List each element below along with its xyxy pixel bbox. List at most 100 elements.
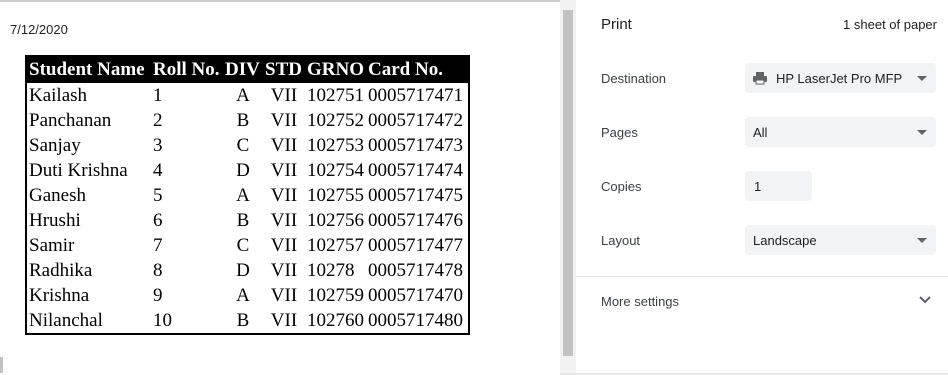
table-cell: 0005717475 xyxy=(368,184,463,206)
table-cell: 1 xyxy=(153,84,163,106)
table-cell: 102751 xyxy=(307,84,364,106)
column-header: Card No. xyxy=(366,56,469,83)
print-preview-area: 7/12/2020 Student Name Roll No. DIV STD … xyxy=(0,0,576,375)
panel-title: Print xyxy=(601,16,632,33)
table-cell: 0005717473 xyxy=(368,134,463,156)
table-cell: 0005717471 xyxy=(368,84,463,106)
chevron-down-icon xyxy=(917,130,927,135)
column-header: GRNO xyxy=(305,56,366,83)
table-cell: D xyxy=(236,159,250,181)
table-cell: 102755 xyxy=(307,184,364,206)
scroll-indicator xyxy=(0,357,3,373)
table-cell: B xyxy=(236,109,250,131)
table-cell: 0005717478 xyxy=(368,259,463,281)
table-cell: 102752 xyxy=(307,109,364,131)
column-header: Student Name xyxy=(26,56,151,83)
student-table: Student Name Roll No. DIV STD GRNO Card … xyxy=(25,55,470,335)
divider xyxy=(576,276,948,277)
table-cell: A xyxy=(236,284,250,306)
preview-scrollbar-thumb[interactable] xyxy=(563,10,573,356)
table-cell: Krishna xyxy=(29,284,90,306)
table-header-row: Student Name Roll No. DIV STD GRNO Card … xyxy=(26,56,469,83)
table-row: Kailash 1 A VII 102751 0005717471 xyxy=(26,83,469,108)
table-cell: 10 xyxy=(153,309,172,331)
table-cell: Ganesh xyxy=(29,184,86,206)
table-cell: VII xyxy=(270,234,298,256)
table-cell: B xyxy=(236,209,250,231)
table-body: Kailash 1 A VII 102751 0005717471 Panchanan 2 B V… xyxy=(26,83,469,334)
table-cell: 0005717480 xyxy=(368,309,463,331)
table-cell: 0005717470 xyxy=(368,284,463,306)
table-cell: 6 xyxy=(153,209,163,231)
table-row: Ganesh 5 A VII 102755 0005717475 xyxy=(26,183,469,208)
table-cell: VII xyxy=(270,309,298,331)
chevron-down-icon xyxy=(917,238,927,243)
table-cell: Kailash xyxy=(29,84,88,106)
table-row: Hrushi 6 B VII 102756 0005717476 xyxy=(26,208,469,233)
table-row: Duti Krishna 4 D VII 102754 0005717474 xyxy=(26,158,469,183)
pages-select[interactable]: All xyxy=(745,117,936,147)
layout-select[interactable]: Landscape xyxy=(745,225,936,255)
layout-label: Layout xyxy=(601,233,641,248)
table-cell: 10278 xyxy=(307,259,355,281)
table-cell: 102753 xyxy=(307,134,364,156)
table-cell: VII xyxy=(270,159,298,181)
table-row: Krishna 9 A VII 102759 0005717470 xyxy=(26,283,469,308)
column-header: Roll No. xyxy=(151,56,223,83)
column-header: DIV xyxy=(223,56,263,83)
table-cell: VII xyxy=(270,134,298,156)
table-cell: Nilanchal xyxy=(29,309,103,331)
table-cell: Samir xyxy=(29,234,75,256)
table-cell: 5 xyxy=(153,184,163,206)
table-cell: C xyxy=(236,134,250,156)
table-row: Sanjay 3 C VII 102753 0005717473 xyxy=(26,133,469,158)
table-row: Nilanchal 10 B VII 102760 0005717480 xyxy=(26,308,469,334)
copies-label: Copies xyxy=(601,179,642,194)
table-cell: D xyxy=(236,259,250,281)
print-date: 7/12/2020 xyxy=(10,22,68,37)
table-cell: VII xyxy=(270,209,298,231)
table-cell: A xyxy=(236,184,250,206)
layout-value: Landscape xyxy=(753,233,817,248)
table-cell: B xyxy=(236,309,250,331)
table-cell: 2 xyxy=(153,109,163,131)
pages-value: All xyxy=(753,125,768,140)
table-cell: C xyxy=(236,234,250,256)
table-cell: 102757 xyxy=(307,234,364,256)
chevron-down-icon xyxy=(917,76,927,81)
table-cell: VII xyxy=(270,259,298,281)
table-cell: 8 xyxy=(153,259,163,281)
table-row: Radhika 8 D VII 10278 0005717478 xyxy=(26,258,469,283)
table-cell: Radhika xyxy=(29,259,93,281)
table-cell: Panchanan xyxy=(29,109,112,131)
table-cell: VII xyxy=(270,84,298,106)
table-cell: 0005717472 xyxy=(368,109,463,131)
table-cell: 0005717474 xyxy=(368,159,463,181)
column-header: STD xyxy=(263,56,305,83)
print-settings-panel: Print 1 sheet of paper Destination HP La… xyxy=(576,0,948,373)
table-cell: Hrushi xyxy=(29,209,81,231)
table-cell: Sanjay xyxy=(29,134,81,156)
table-cell: 102760 xyxy=(307,309,364,331)
more-settings-toggle[interactable]: More settings xyxy=(601,294,679,309)
table-row: Panchanan 2 B VII 102752 0005717472 xyxy=(26,108,469,133)
table-cell: 4 xyxy=(153,159,163,181)
destination-label: Destination xyxy=(601,71,667,86)
copies-input[interactable]: 1 xyxy=(745,171,812,201)
table-cell: Duti Krishna xyxy=(29,159,128,181)
table-cell: 0005717477 xyxy=(368,234,463,256)
table-cell: 102754 xyxy=(307,159,364,181)
table-cell: VII xyxy=(270,184,298,206)
table-cell: 7 xyxy=(153,234,163,256)
table-cell: A xyxy=(236,84,250,106)
table-cell: 9 xyxy=(153,284,163,306)
destination-value: HP LaserJet Pro MFP xyxy=(776,71,903,86)
copies-value: 1 xyxy=(754,179,762,194)
table-cell: 102759 xyxy=(307,284,364,306)
table-row: Samir 7 C VII 102757 0005717477 xyxy=(26,233,469,258)
pages-label: Pages xyxy=(601,125,638,140)
preview-sheet: 7/12/2020 Student Name Roll No. DIV STD … xyxy=(0,0,560,375)
table-cell: VII xyxy=(270,284,298,306)
destination-select[interactable]: HP LaserJet Pro MFP xyxy=(745,63,936,93)
sheet-count: 1 sheet of paper xyxy=(843,17,937,32)
